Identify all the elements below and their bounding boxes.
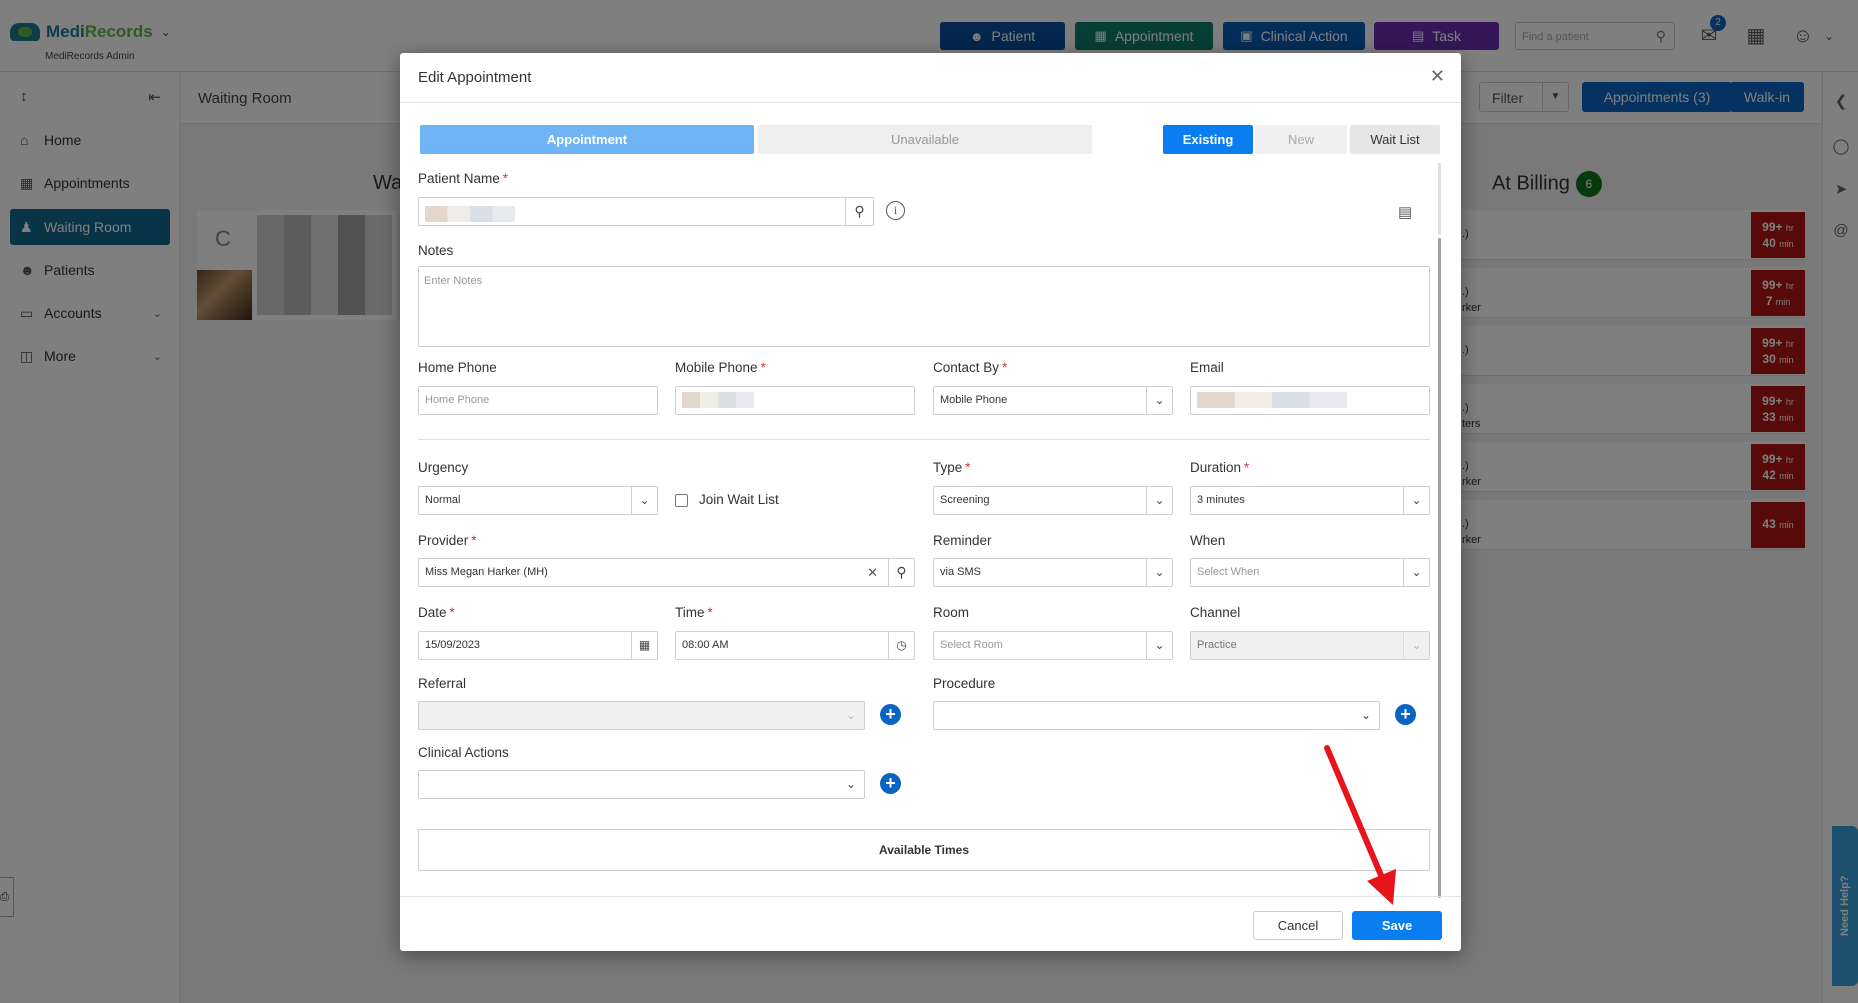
edit-appointment-modal: Edit Appointment ✕ Appointment Unavailab…	[400, 53, 1461, 951]
urgency-select[interactable]: Normal ⌄	[418, 486, 658, 515]
save-button[interactable]: Save	[1352, 911, 1442, 940]
calendar-icon[interactable]: ▦	[631, 632, 657, 659]
procedure-select[interactable]: ⌄	[933, 701, 1380, 730]
notes-label: Notes	[418, 243, 454, 258]
duration-label: Duration *	[1190, 460, 1250, 475]
provider-label: Provider *	[418, 533, 477, 548]
email-label: Email	[1190, 360, 1224, 375]
when-select[interactable]: Select When ⌄	[1190, 558, 1430, 587]
search-icon[interactable]: ⚲	[845, 198, 873, 225]
referral-label: Referral	[418, 676, 467, 691]
contact-by-select[interactable]: Mobile Phone ⌄	[933, 386, 1173, 415]
urgency-label: Urgency	[418, 460, 469, 475]
chevron-down-icon: ⌄	[845, 777, 857, 791]
mode-wait-list-button[interactable]: Wait List	[1350, 125, 1440, 154]
home-phone-input[interactable]: Home Phone	[418, 386, 658, 415]
date-input[interactable]: 15/09/2023 ▦	[418, 631, 658, 660]
notes-textarea[interactable]: Enter Notes	[418, 266, 1430, 347]
scrollbar-thumb[interactable]	[1438, 238, 1441, 898]
chevron-down-icon: ⌄	[631, 487, 657, 514]
chevron-down-icon: ⌄	[1403, 632, 1429, 659]
chevron-down-icon: ⌄	[845, 708, 857, 722]
mode-new-button[interactable]: New	[1255, 125, 1347, 154]
when-label: When	[1190, 533, 1226, 548]
mode-existing-button[interactable]: Existing	[1163, 125, 1253, 154]
clear-icon[interactable]: ✕	[867, 559, 878, 586]
message-icon[interactable]: ▤	[1398, 203, 1412, 221]
room-select[interactable]: Select Room ⌄	[933, 631, 1173, 660]
time-label: Time *	[675, 605, 713, 620]
cancel-button[interactable]: Cancel	[1253, 911, 1343, 940]
join-wait-list-checkbox[interactable]	[675, 494, 688, 507]
chevron-down-icon: ⌄	[1146, 632, 1172, 659]
contact-by-label: Contact By *	[933, 360, 1008, 375]
chevron-down-icon: ⌄	[1146, 487, 1172, 514]
add-procedure-button[interactable]: +	[1395, 704, 1416, 725]
clinical-actions-select[interactable]: ⌄	[418, 770, 865, 799]
scrollbar-track	[1438, 163, 1441, 235]
chevron-down-icon: ⌄	[1403, 559, 1429, 586]
channel-label: Channel	[1190, 605, 1241, 620]
section-divider	[418, 439, 1430, 440]
chevron-down-icon: ⌄	[1360, 708, 1372, 722]
mobile-phone-label: Mobile Phone *	[675, 360, 766, 375]
chevron-down-icon: ⌄	[1146, 387, 1172, 414]
mobile-phone-input[interactable]	[675, 386, 915, 415]
room-label: Room	[933, 605, 970, 620]
clinical-actions-label: Clinical Actions	[418, 745, 509, 760]
join-wait-list-label[interactable]: Join Wait List	[699, 492, 779, 507]
tab-unavailable[interactable]: Unavailable	[758, 125, 1092, 154]
chevron-down-icon: ⌄	[1146, 559, 1172, 586]
available-times-panel[interactable]: Available Times	[418, 829, 1430, 871]
chevron-down-icon: ⌄	[1403, 487, 1429, 514]
clock-icon[interactable]: ◷	[888, 632, 914, 659]
modal-title: Edit Appointment	[418, 69, 532, 86]
type-select[interactable]: Screening ⌄	[933, 486, 1173, 515]
referral-select: ⌄	[418, 701, 865, 730]
type-label: Type *	[933, 460, 971, 475]
search-icon[interactable]: ⚲	[888, 559, 914, 586]
tab-appointment[interactable]: Appointment	[420, 125, 754, 154]
info-icon[interactable]: i	[886, 201, 905, 220]
patient-name-label: Patient Name *	[418, 171, 509, 186]
reminder-select[interactable]: via SMS ⌄	[933, 558, 1173, 587]
redacted-mobile-number	[682, 392, 754, 409]
date-label: Date *	[418, 605, 455, 620]
home-phone-label: Home Phone	[418, 360, 497, 375]
close-icon[interactable]: ✕	[1430, 66, 1445, 87]
add-clinical-action-button[interactable]: +	[880, 773, 901, 794]
time-input[interactable]: 08:00 AM ◷	[675, 631, 915, 660]
patient-name-input[interactable]: ⚲	[418, 197, 874, 226]
redacted-email	[1197, 392, 1347, 409]
reminder-label: Reminder	[933, 533, 992, 548]
duration-select[interactable]: 3 minutes ⌄	[1190, 486, 1430, 515]
procedure-label: Procedure	[933, 676, 996, 691]
email-input[interactable]	[1190, 386, 1430, 415]
redacted-patient-name	[425, 205, 515, 222]
provider-input[interactable]: Miss Megan Harker (MH) ✕ ⚲	[418, 558, 915, 587]
channel-select: Practice ⌄	[1190, 631, 1430, 660]
add-referral-button[interactable]: +	[880, 704, 901, 725]
